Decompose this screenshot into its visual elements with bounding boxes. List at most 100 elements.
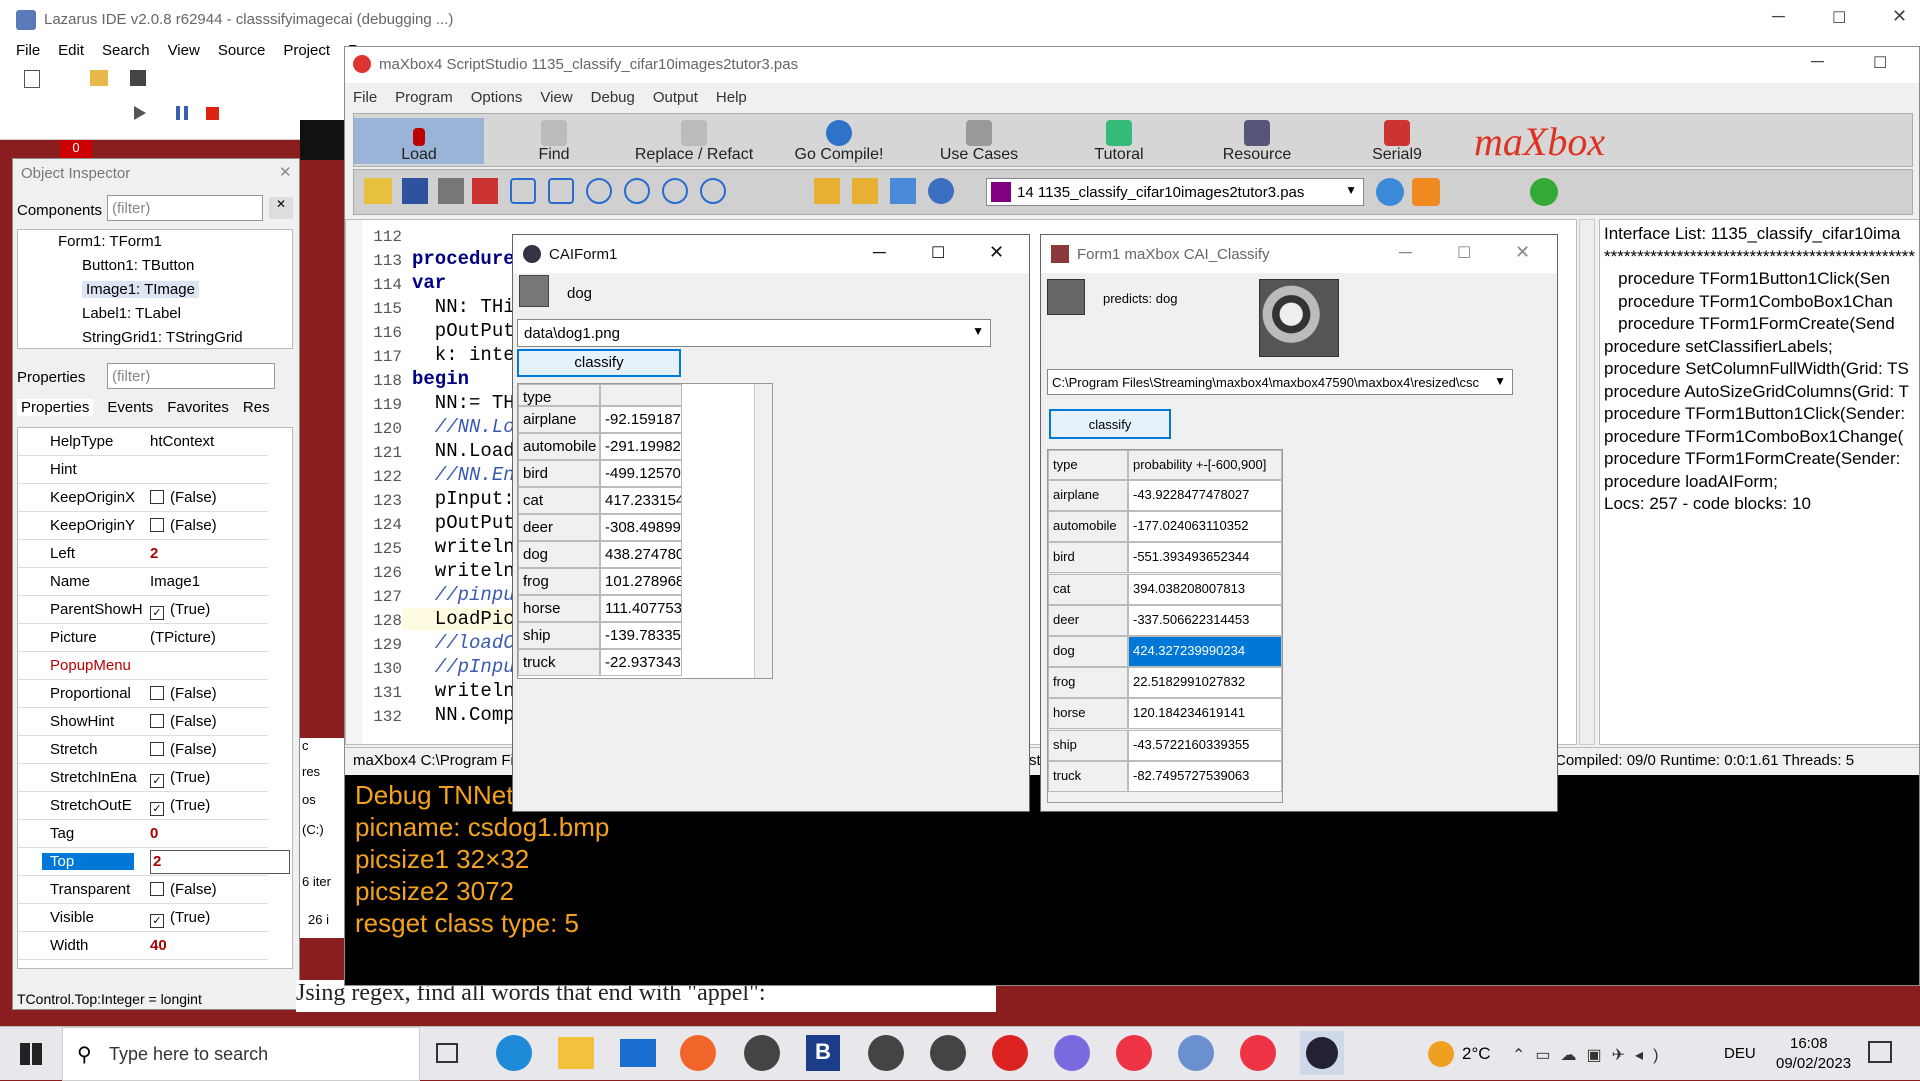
form1-classify-button[interactable]: classify (1049, 409, 1171, 439)
menu-file[interactable]: File (16, 42, 40, 59)
maxbox-maximize-icon[interactable]: ☐ (1873, 53, 1887, 73)
globe-icon[interactable] (1376, 178, 1404, 206)
caiform-maximize-icon[interactable]: ☐ (931, 243, 945, 263)
checkbox-icon[interactable]: ✓ (150, 914, 164, 928)
find-button[interactable]: Find (494, 118, 614, 164)
property-row[interactable]: Width 40 (18, 932, 268, 960)
property-value[interactable]: ✓ (True) (150, 601, 210, 620)
reload-icon[interactable] (548, 178, 574, 204)
file-combo[interactable]: 14 1135_classify_cifar10images2tutor3.pa… (986, 178, 1364, 206)
run-icon[interactable] (134, 106, 146, 120)
tree-item-button1[interactable]: Button1: TButton (82, 257, 194, 274)
property-row[interactable]: KeepOriginX (False) (18, 484, 268, 512)
mx-menu-output[interactable]: Output (653, 89, 698, 106)
app-icon-1[interactable] (744, 1035, 780, 1071)
property-value[interactable]: 0 (150, 825, 158, 842)
caiform-close-icon[interactable]: ✕ (989, 242, 1004, 263)
app-icon-b[interactable]: B (806, 1035, 840, 1071)
property-row[interactable]: ShowHint (False) (18, 708, 268, 736)
properties-filter[interactable]: (filter) (107, 363, 275, 389)
color-wheel-icon[interactable] (1530, 178, 1558, 206)
property-row[interactable]: Transparent (False) (18, 876, 268, 904)
app-icon-5[interactable] (1054, 1035, 1090, 1071)
property-value[interactable]: 2 (150, 850, 290, 874)
property-row[interactable]: Tag 0 (18, 820, 268, 848)
property-row[interactable]: Left 2 (18, 540, 268, 568)
lazarus-minimize-icon[interactable]: ─ (1772, 6, 1785, 27)
menu-edit[interactable]: Edit (58, 42, 84, 59)
property-row[interactable]: ParentShowH ✓ (True) (18, 596, 268, 624)
open-icon[interactable] (90, 70, 108, 86)
stop-icon[interactable] (206, 107, 219, 120)
property-value[interactable]: (False) (150, 489, 217, 506)
mx-menu-program[interactable]: Program (395, 89, 453, 106)
maxbox-minimize-icon[interactable]: ─ (1811, 51, 1824, 72)
tree-item-label1[interactable]: Label1: TLabel (82, 305, 181, 322)
language-indicator[interactable]: DEU (1724, 1045, 1756, 1062)
property-value[interactable]: (False) (150, 713, 217, 730)
tab-properties[interactable]: Properties (17, 399, 94, 416)
tree-item-form1[interactable]: Form1: TForm1 (58, 233, 162, 250)
checkbox-icon[interactable] (150, 686, 164, 700)
chart-icon[interactable] (472, 178, 498, 204)
app-icon-2[interactable] (868, 1035, 904, 1071)
lazarus-maximize-icon[interactable]: ☐ (1832, 8, 1846, 28)
weather-icon[interactable] (1428, 1041, 1454, 1067)
export-icon[interactable] (890, 178, 916, 204)
menu-source[interactable]: Source (218, 42, 266, 59)
checkbox-icon[interactable] (150, 882, 164, 896)
fit-icon[interactable] (624, 178, 650, 204)
mx-menu-file[interactable]: File (353, 89, 377, 106)
clock-icon[interactable] (928, 178, 954, 204)
task-view-icon[interactable] (436, 1043, 458, 1063)
menu-project[interactable]: Project (283, 42, 330, 59)
property-value[interactable]: htContext (150, 433, 214, 450)
menu-search[interactable]: Search (102, 42, 150, 59)
add-icon[interactable] (814, 178, 840, 204)
form1-path-combo[interactable]: C:\Program Files\Streaming\maxbox4\maxbo… (1047, 369, 1513, 395)
components-filter[interactable]: (filter) (107, 195, 263, 221)
rss-icon[interactable] (1412, 178, 1440, 206)
grid-scrollbar[interactable] (754, 384, 772, 678)
tutorial-button[interactable]: Tutoral (1054, 118, 1184, 164)
property-row[interactable]: Hint (18, 456, 268, 484)
notification-icon[interactable] (1868, 1041, 1892, 1063)
property-value[interactable]: 40 (150, 937, 167, 954)
property-row[interactable]: KeepOriginY (False) (18, 512, 268, 540)
filter-clear-icon[interactable]: ✕ (269, 197, 293, 219)
usecases-button[interactable]: Use Cases (914, 118, 1044, 164)
clock-date[interactable]: 09/02/2023 (1776, 1055, 1851, 1072)
checkbox-icon[interactable] (150, 714, 164, 728)
checkbox-icon[interactable]: ✓ (150, 606, 164, 620)
copy-icon[interactable] (852, 178, 878, 204)
property-row[interactable]: Proportional (False) (18, 680, 268, 708)
caiform-combo[interactable]: data\dog1.png ▼ (517, 319, 991, 347)
clock-time[interactable]: 16:08 (1790, 1035, 1828, 1052)
lazarus-close-icon[interactable]: ✕ (1892, 6, 1907, 27)
property-row[interactable]: HelpType htContext (18, 428, 268, 456)
property-value[interactable]: Image1 (150, 573, 200, 590)
mx-menu-help[interactable]: Help (716, 89, 747, 106)
property-value[interactable]: (False) (150, 685, 217, 702)
property-value[interactable]: (False) (150, 881, 217, 898)
checkbox-icon[interactable] (150, 490, 164, 504)
load-button[interactable]: Load (354, 118, 484, 164)
save-icon[interactable] (130, 70, 146, 86)
app-icon-6[interactable] (1116, 1035, 1152, 1071)
mx-menu-options[interactable]: Options (471, 89, 523, 106)
refresh-icon[interactable] (510, 178, 536, 204)
tray-icons[interactable]: ⌃▭☁▣✈◂) (1512, 1045, 1668, 1065)
app-icon-4[interactable] (992, 1035, 1028, 1071)
tab-favorites[interactable]: Favorites (167, 399, 229, 416)
zoom-in-icon[interactable] (700, 178, 726, 204)
app-icon-3[interactable] (930, 1035, 966, 1071)
property-row[interactable]: Top 2 (18, 848, 290, 876)
mail-icon[interactable] (620, 1039, 656, 1067)
print-icon[interactable] (438, 178, 464, 204)
property-row[interactable]: Picture (TPicture) (18, 624, 268, 652)
save-file-icon[interactable] (402, 178, 428, 204)
property-value[interactable]: (False) (150, 741, 217, 758)
firefox-icon[interactable] (680, 1035, 716, 1071)
replace-button[interactable]: Replace / Refact (624, 118, 764, 164)
property-value[interactable]: (TPicture) (150, 629, 216, 646)
